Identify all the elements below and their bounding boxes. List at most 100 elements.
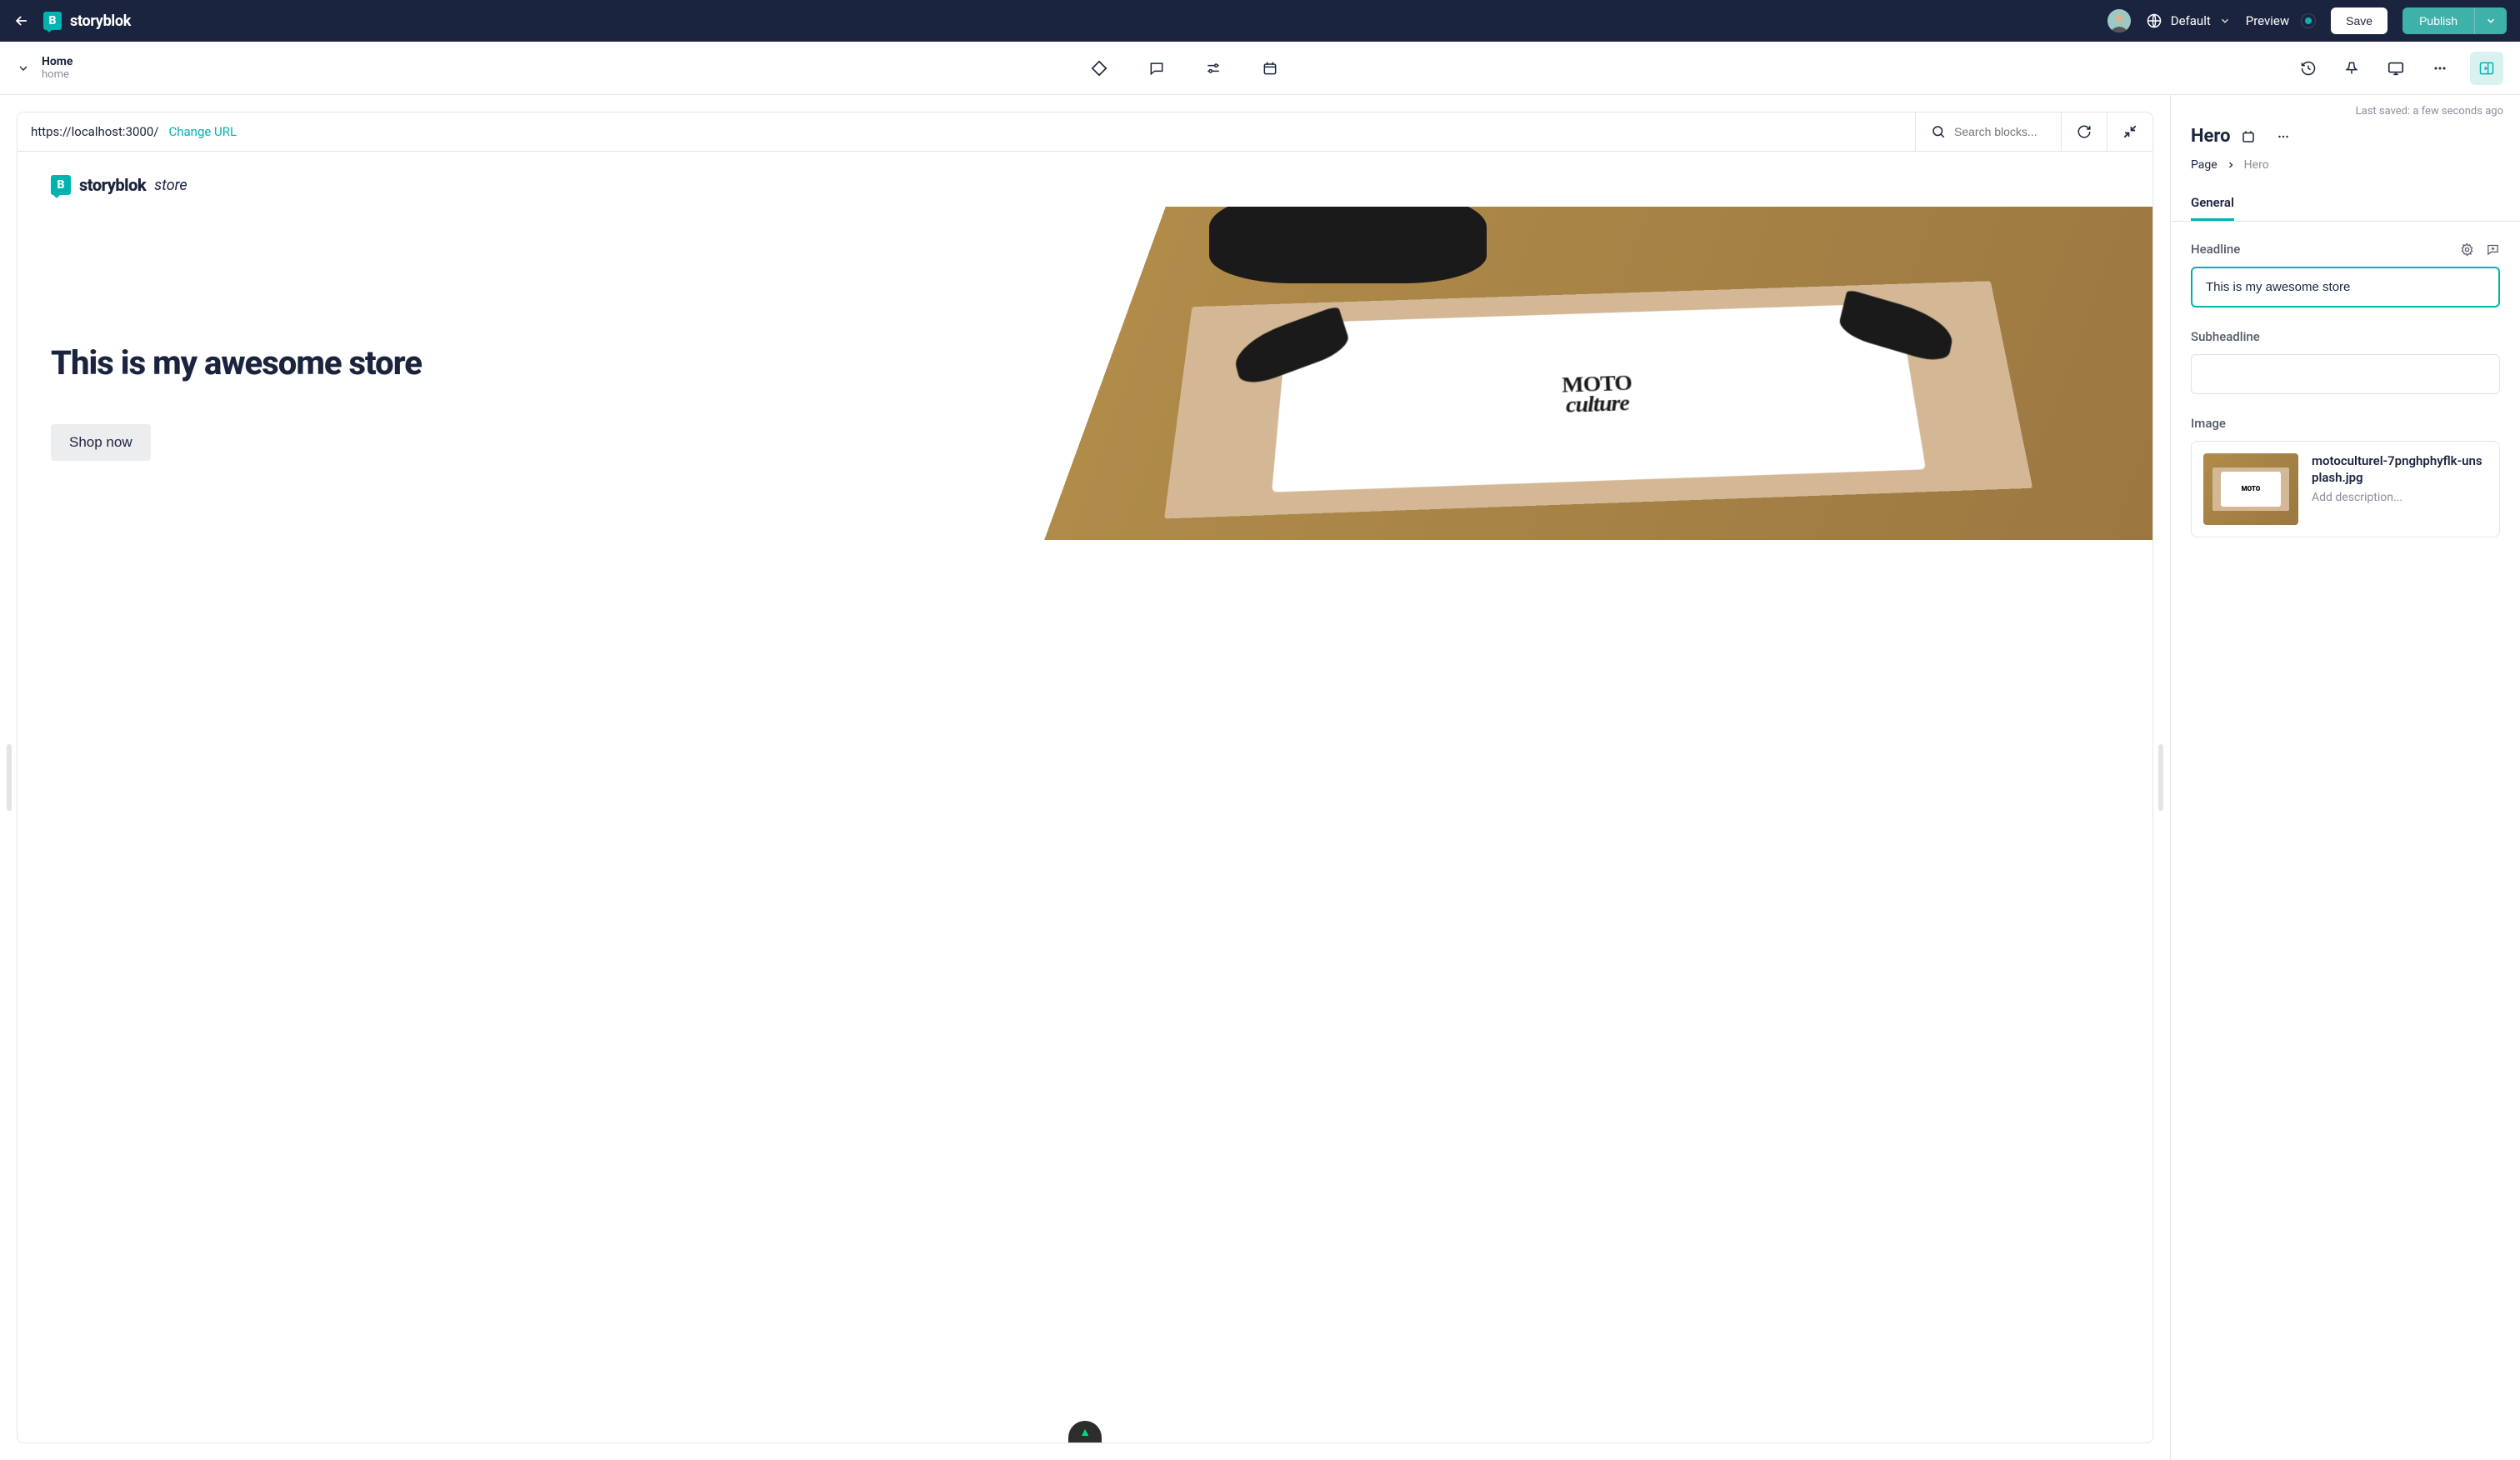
site-brand-main: storyblok — [79, 175, 146, 195]
resize-handle-right[interactable] — [2158, 744, 2163, 811]
search-input[interactable] — [1954, 125, 2046, 138]
top-nav: B storyblok Default Preview Save Publish — [0, 0, 2520, 42]
nuxt-icon: ▲ — [1079, 1425, 1091, 1439]
blocks-tool[interactable] — [1085, 54, 1113, 82]
boot-graphic — [1209, 207, 1487, 283]
page-info[interactable]: Home home — [17, 55, 72, 81]
tshirt-graphic: MOTO culture — [1272, 303, 1926, 492]
shop-now-button[interactable]: Shop now — [51, 424, 151, 461]
nav-right: Default Preview Save Publish — [2108, 8, 2507, 34]
block-header: Hero Page Hero — [2171, 121, 2520, 172]
fields: Headline Subheadline Image MOTO — [2171, 222, 2520, 558]
subheadline-label: Subheadline — [2191, 329, 2500, 344]
gear-icon — [2460, 242, 2474, 257]
avatar[interactable] — [2108, 9, 2131, 32]
image-description[interactable]: Add description... — [2312, 491, 2488, 504]
monitor-icon — [2387, 59, 2405, 78]
main-area: https://localhost:3000/ Change URL B sto… — [0, 95, 2520, 1460]
field-comment-button[interactable] — [2486, 242, 2500, 257]
back-button[interactable] — [13, 12, 30, 29]
field-label-row: Headline — [2191, 242, 2500, 257]
block-title: Hero — [2191, 126, 2231, 147]
field-headline: Headline — [2191, 242, 2500, 308]
language-selector[interactable]: Default — [2146, 12, 2231, 29]
history-tool[interactable] — [2295, 55, 2322, 82]
image-thumbnail: MOTO — [2203, 453, 2298, 525]
comments-tool[interactable] — [1143, 54, 1170, 82]
publish-dropdown-button[interactable] — [2474, 8, 2507, 34]
publish-button-group: Publish — [2402, 8, 2507, 34]
hero-text: This is my awesome store Shop now — [51, 248, 849, 557]
field-actions — [2460, 242, 2500, 257]
diamond-icon — [1090, 59, 1108, 78]
save-button[interactable]: Save — [2331, 8, 2388, 34]
headline-input[interactable] — [2191, 267, 2500, 308]
tshirt-sleeve-left — [1230, 306, 1352, 390]
tabs: General — [2171, 187, 2520, 222]
tshirt-sleeve-right — [1837, 289, 1956, 367]
block-more-button[interactable] — [2276, 129, 2291, 144]
chevron-down-icon — [17, 62, 30, 75]
nuxt-badge[interactable]: ▲ — [1068, 1421, 1102, 1442]
subheadline-input[interactable] — [2191, 354, 2500, 394]
globe-icon — [2146, 12, 2162, 29]
tab-general[interactable]: General — [2191, 187, 2234, 221]
history-icon — [2300, 60, 2317, 77]
refresh-button[interactable] — [2061, 112, 2107, 151]
breadcrumb-root[interactable]: Page — [2191, 158, 2218, 172]
collapse-button[interactable] — [2107, 112, 2152, 151]
publish-button[interactable]: Publish — [2402, 8, 2474, 34]
search-icon — [1931, 124, 1946, 139]
config-tool[interactable] — [1200, 54, 1227, 82]
right-panel: Last saved: a few seconds ago Hero Page … — [2170, 95, 2520, 1460]
chevron-right-icon — [2226, 160, 2236, 170]
block-calendar-icon — [2241, 129, 2256, 144]
more-icon — [2276, 129, 2291, 144]
change-url-link[interactable]: Change URL — [168, 124, 237, 139]
preview-content[interactable]: B storyblok store This is my awesome sto… — [18, 152, 2152, 1442]
page-labels: Home home — [42, 55, 72, 81]
url-bar: https://localhost:3000/ Change URL — [18, 112, 2152, 152]
logo-text: storyblok — [70, 12, 131, 30]
refresh-icon — [2077, 124, 2092, 139]
block-title-row: Hero — [2191, 126, 2500, 147]
site-header: B storyblok store — [18, 152, 2152, 207]
tshirt-print: MOTO culture — [1562, 372, 1633, 415]
hero-image: MOTO culture — [1042, 207, 2152, 540]
sliders-icon — [1205, 60, 1222, 77]
page-slug: home — [42, 68, 72, 81]
logo-badge-icon: B — [43, 12, 62, 30]
image-filename: motoculturel-7pnghphyflk-unsplash.jpg — [2312, 453, 2488, 486]
nav-left: B storyblok — [13, 12, 131, 30]
breadcrumb-current: Hero — [2244, 158, 2269, 172]
pin-tool[interactable] — [2338, 55, 2365, 82]
resize-handle-left[interactable] — [7, 744, 12, 811]
url-display: https://localhost:3000/ Change URL — [18, 112, 1915, 151]
image-info: motoculturel-7pnghphyflk-unsplash.jpg Ad… — [2312, 453, 2488, 504]
image-card[interactable]: MOTO motoculturel-7pnghphyflk-unsplash.j… — [2191, 441, 2500, 538]
field-image: Image MOTO motoculturel-7pnghphyflk-unsp… — [2191, 416, 2500, 538]
chevron-down-icon — [2219, 15, 2231, 27]
calendar-icon — [1262, 60, 1278, 77]
search-blocks[interactable] — [1915, 112, 2061, 151]
site-brand-sub: store — [154, 177, 188, 194]
more-tool[interactable] — [2427, 55, 2453, 82]
toolbar-center — [1085, 54, 1283, 82]
field-settings-button[interactable] — [2460, 242, 2474, 257]
breadcrumb: Page Hero — [2191, 158, 2500, 172]
headline-label: Headline — [2191, 242, 2240, 257]
comment-icon — [1148, 60, 1165, 77]
hero-section: This is my awesome store Shop now MOTO — [18, 207, 2152, 557]
device-tool[interactable] — [2382, 54, 2410, 82]
toggle-panel-tool[interactable] — [2470, 52, 2503, 85]
status-indicator-icon — [2301, 13, 2316, 28]
preview-status[interactable]: Preview — [2246, 13, 2316, 28]
releases-tool[interactable] — [1257, 54, 1283, 82]
chevron-down-icon — [2485, 15, 2497, 27]
preview-frame: https://localhost:3000/ Change URL B sto… — [17, 112, 2153, 1443]
logo[interactable]: B storyblok — [43, 12, 131, 30]
image-label: Image — [2191, 416, 2500, 431]
preview-panel: https://localhost:3000/ Change URL B sto… — [0, 95, 2170, 1460]
minimize-icon — [2122, 124, 2138, 139]
language-label: Default — [2171, 13, 2211, 28]
